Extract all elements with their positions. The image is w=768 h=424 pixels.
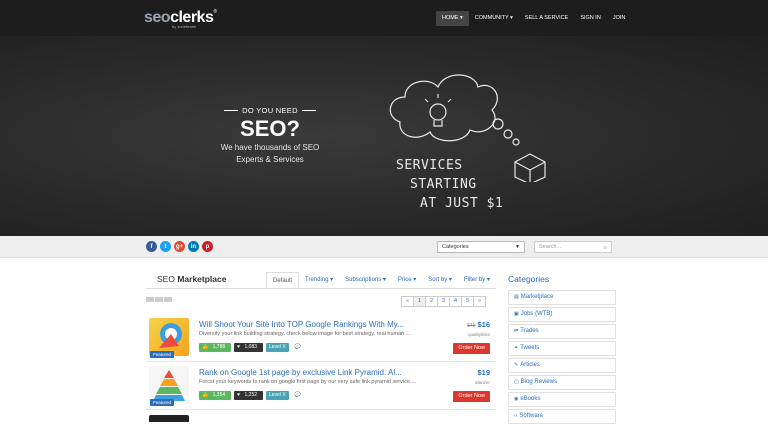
- listing-thumbnail[interactable]: [149, 415, 189, 422]
- listing-seller[interactable]: afanzer: [475, 380, 490, 385]
- seoclerks-logo[interactable]: seoclerks® by zonefeatre: [144, 9, 217, 29]
- pagination: « 1 2 3 4 5 »: [401, 296, 486, 307]
- nav-home[interactable]: HOME ▾: [436, 11, 469, 26]
- tab-sort-by[interactable]: Sort by ▾: [422, 272, 458, 288]
- hero-question: DO YOU NEED: [242, 106, 298, 115]
- featured-badge: Featured: [150, 351, 175, 358]
- list-view-icon[interactable]: [155, 297, 163, 302]
- sidebar-item-jobs[interactable]: ▣ Jobs (WTB): [508, 307, 616, 322]
- page-title: SEO Marketplace: [157, 274, 227, 284]
- hearts-badge: ♥ 1,252: [234, 391, 264, 400]
- sidebar-item-marketplace[interactable]: ▤ Marketplace: [508, 290, 616, 305]
- order-now-button[interactable]: Order Now: [453, 343, 490, 354]
- nav-join[interactable]: JOIN: [607, 11, 632, 26]
- sidebar-item-ebooks[interactable]: ◉ eBooks: [508, 392, 616, 407]
- comments-badge: 💬 0: [294, 392, 309, 398]
- categories-select[interactable]: Categories ▼: [437, 241, 525, 253]
- google-plus-icon[interactable]: g+: [174, 241, 185, 252]
- sidebar-item-blog-reviews[interactable]: ▢ Blog Reviews: [508, 375, 616, 390]
- briefcase-icon: ▣: [514, 311, 519, 317]
- hero-tagline: DO YOU NEED SEO? We have thousands of SE…: [216, 106, 324, 165]
- listing-seller[interactable]: qualitylinks: [468, 332, 490, 337]
- tab-trending[interactable]: Trending ▾: [299, 272, 339, 288]
- list-icon: ▤: [514, 294, 519, 300]
- tab-filter-by[interactable]: Filter by ▾: [458, 272, 496, 288]
- pinterest-icon[interactable]: p: [202, 241, 213, 252]
- page-next[interactable]: »: [473, 296, 486, 307]
- grid-view-icon[interactable]: [146, 297, 154, 302]
- listing-description: Diversify your link building strategy, c…: [199, 331, 411, 337]
- sidebar-item-articles[interactable]: ✎ Articles: [508, 358, 616, 373]
- level-badge: Level X: [266, 343, 289, 352]
- twitter-icon: ✦: [514, 345, 519, 351]
- pencil-icon: ✎: [514, 362, 519, 368]
- nav-sign-in[interactable]: SIGN IN: [574, 11, 606, 26]
- tab-default[interactable]: Default: [266, 272, 300, 288]
- exchange-icon: ⇄: [514, 328, 519, 334]
- hero-banner: DO YOU NEED SEO? We have thousands of SE…: [0, 36, 768, 236]
- sidebar-heading: Categories: [508, 274, 550, 284]
- book-icon: ◉: [514, 396, 519, 402]
- code-icon: ‹›: [514, 413, 518, 419]
- toolbar-band: f t g+ in p Categories ▼ Search... ⌕: [0, 236, 768, 258]
- tab-price[interactable]: Price ▾: [392, 272, 422, 288]
- listing-price: $45 $16: [467, 320, 490, 329]
- likes-badge: 👍 1,354: [199, 391, 232, 400]
- likes-badge: 👍 1,788: [199, 343, 232, 352]
- hero-big-text: SEO?: [240, 116, 300, 141]
- view-toggle: [146, 297, 172, 302]
- main-nav: HOME ▾ COMMUNITY ▾ SELL A SERVICE SIGN I…: [436, 11, 631, 26]
- search-icon[interactable]: ⌕: [604, 243, 607, 253]
- social-links: f t g+ in p: [146, 241, 213, 252]
- compact-view-icon[interactable]: [164, 297, 172, 302]
- nav-community[interactable]: COMMUNITY ▾: [469, 11, 519, 26]
- listing-price: $19: [477, 368, 490, 377]
- facebook-icon[interactable]: f: [146, 241, 157, 252]
- hearts-badge: ♥ 1,083: [234, 343, 264, 352]
- linkedin-icon[interactable]: in: [188, 241, 199, 252]
- nav-sell-a-service[interactable]: SELL A SERVICE: [519, 11, 574, 26]
- listing-item: Featured Rank on Google 1st page by excl…: [146, 364, 496, 410]
- comments-badge: 💬 0: [294, 344, 309, 350]
- comment-icon: ▢: [514, 379, 519, 385]
- hero-desc-2: Experts & Services: [236, 155, 304, 164]
- listing-title[interactable]: Will Shoot Your Site Into TOP Google Ran…: [199, 320, 469, 329]
- twitter-icon[interactable]: t: [160, 241, 171, 252]
- listing-title[interactable]: Rank on Google 1st page by exclusive Lin…: [199, 368, 469, 377]
- featured-badge: Featured: [150, 399, 175, 406]
- tab-subscriptions[interactable]: Subscriptions ▾: [339, 272, 392, 288]
- sidebar-item-tweets[interactable]: ✦ Tweets: [508, 341, 616, 356]
- search-input[interactable]: Search... ⌕: [534, 241, 612, 253]
- caret-down-icon: ▼: [515, 244, 520, 250]
- listing-stats: 👍 1,354 ♥ 1,252 Level X 💬 0: [199, 391, 314, 400]
- sort-tabs: Default Trending ▾ Subscriptions ▾ Price…: [266, 272, 496, 288]
- top-navbar: seoclerks® by zonefeatre HOME ▾ COMMUNIT…: [0, 0, 768, 36]
- hero-desc-1: We have thousands of SEO: [220, 143, 320, 152]
- listing-item-partial: [146, 413, 496, 422]
- hero-chalk-text: SERVICES STARTING AT JUST $1: [396, 158, 504, 211]
- level-badge: Level X: [266, 391, 289, 400]
- listing-stats: 👍 1,788 ♥ 1,083 Level X 💬 0: [199, 343, 314, 352]
- order-now-button[interactable]: Order Now: [453, 391, 490, 402]
- listing-description: Forcst your keywords to rank on google f…: [199, 379, 417, 385]
- tab-divider: [146, 288, 496, 289]
- listing-item: Featured Will Shoot Your Site Into TOP G…: [146, 316, 496, 362]
- sidebar-item-trades[interactable]: ⇄ Trades: [508, 324, 616, 339]
